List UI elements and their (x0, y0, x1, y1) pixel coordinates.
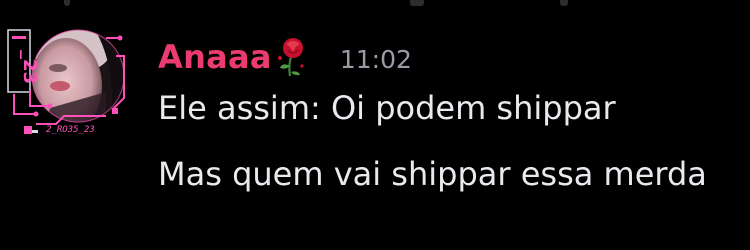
rose-icon (274, 36, 310, 78)
avatar-photo (32, 30, 124, 122)
chat-view: _23 2_RO35_23 Anaaa 11:02 Ele assim: Oi … (0, 0, 750, 250)
username[interactable]: Anaaa (158, 41, 272, 73)
message-timestamp: 11:02 (339, 44, 412, 74)
previous-message-remnant (410, 0, 424, 6)
avatar[interactable]: _23 2_RO35_23 (6, 28, 130, 140)
avatar-frame-tag: _23 (7, 29, 40, 93)
avatar-frame-caption: 2_RO35_23 (46, 125, 95, 135)
previous-message-remnant (560, 0, 568, 6)
svg-text:_23: _23 (19, 50, 40, 84)
previous-message-remnant (64, 0, 70, 6)
chat-message: Anaaa 11:02 Ele assim: Oi podem shippar … (158, 34, 750, 190)
message-header: Anaaa 11:02 (158, 34, 750, 80)
message-line: Mas quem vai shippar essa merda (158, 155, 707, 193)
message-line: Ele assim: Oi podem shippar (158, 89, 616, 127)
